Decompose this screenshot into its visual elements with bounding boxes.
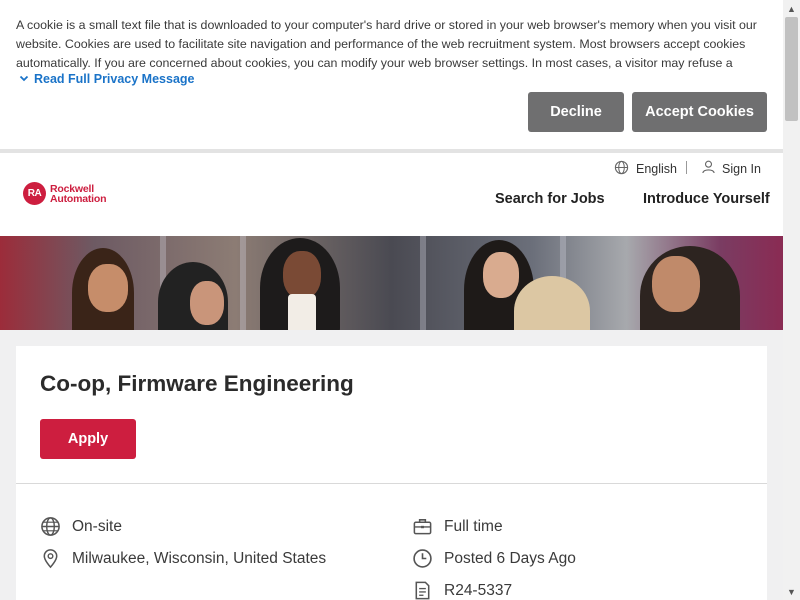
workplace-type-value: On-site	[72, 517, 122, 535]
job-location-value: Milwaukee, Wisconsin, United States	[72, 549, 327, 567]
read-privacy-link[interactable]: Read Full Privacy Message	[19, 72, 195, 86]
cookie-message: A cookie is a small text file that is do…	[16, 18, 757, 70]
job-title: Co-op, Firmware Engineering	[40, 371, 354, 396]
globe-icon	[41, 517, 60, 536]
site-header: RA Rockwell Automation English Sign In S…	[0, 153, 783, 236]
hero-banner-image	[0, 236, 783, 330]
language-selector[interactable]: English	[614, 160, 677, 178]
requisition-id-value: R24-5337	[444, 581, 513, 599]
sign-in-label: Sign In	[722, 161, 761, 176]
decline-cookies-button[interactable]: Decline	[528, 92, 624, 132]
accept-cookies-button[interactable]: Accept Cookies	[632, 92, 767, 132]
employment-type-value: Full time	[444, 517, 503, 535]
job-details-card: Co-op, Firmware Engineering Apply On-sit…	[16, 346, 767, 600]
cookie-banner: A cookie is a small text file that is do…	[0, 0, 783, 149]
language-label: English	[636, 162, 677, 176]
utility-separator	[686, 161, 687, 174]
logo-mark: RA	[23, 182, 46, 205]
employment-type: Full time	[412, 516, 503, 537]
workplace-type: On-site	[40, 516, 122, 537]
user-icon	[702, 160, 715, 177]
card-divider	[16, 483, 767, 484]
sign-in-link[interactable]: Sign In	[702, 160, 761, 177]
nav-introduce-yourself[interactable]: Introduce Yourself	[643, 191, 770, 207]
briefcase-icon	[413, 519, 432, 535]
posted-date-value: Posted 6 Days Ago	[444, 549, 576, 567]
requisition-id: R24-5337	[412, 580, 512, 600]
logo-line-2: Automation	[50, 192, 107, 205]
job-location: Milwaukee, Wisconsin, United States	[40, 548, 326, 569]
page-scrollbar[interactable]: ▲ ▼	[783, 0, 800, 600]
logo-text: Rockwell Automation	[50, 182, 107, 205]
chevron-down-icon	[19, 73, 29, 86]
posted-date: Posted 6 Days Ago	[412, 548, 576, 569]
rockwell-logo[interactable]: RA Rockwell Automation	[23, 182, 107, 205]
logo-line-1: Rockwell	[50, 182, 94, 195]
scroll-up-arrow-icon[interactable]: ▲	[783, 0, 800, 17]
map-pin-icon	[43, 549, 58, 569]
document-icon	[415, 581, 430, 600]
globe-icon	[614, 160, 629, 178]
scroll-down-arrow-icon[interactable]: ▼	[783, 583, 800, 600]
nav-search-for-jobs[interactable]: Search for Jobs	[495, 191, 605, 207]
clock-icon	[413, 549, 432, 568]
apply-button[interactable]: Apply	[40, 419, 136, 459]
scrollbar-thumb[interactable]	[785, 17, 798, 121]
read-privacy-label: Read Full Privacy Message	[34, 72, 195, 86]
